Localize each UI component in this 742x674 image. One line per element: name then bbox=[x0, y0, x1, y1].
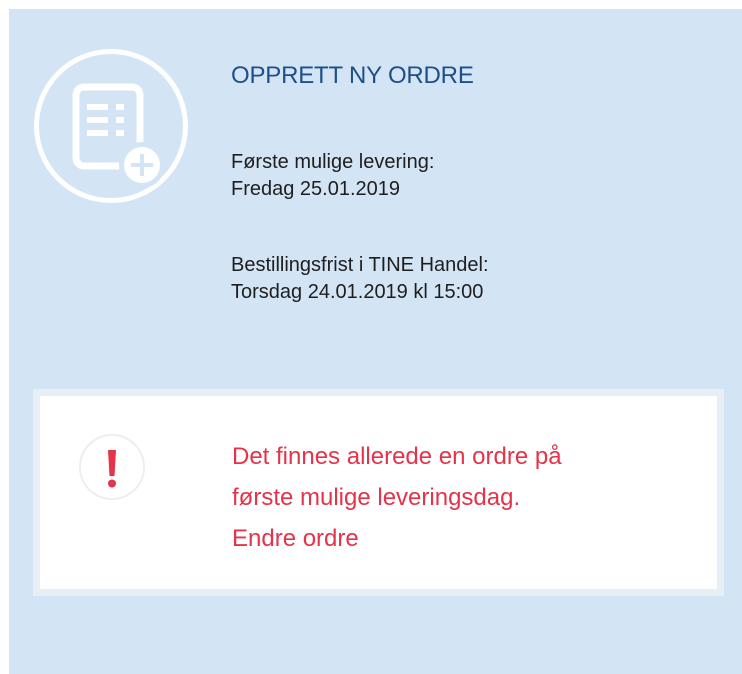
alert-message-line-2: første mulige leveringsdag. bbox=[232, 484, 521, 511]
new-order-card: OPPRETT NY ORDRE Første mulige levering:… bbox=[9, 9, 742, 674]
new-order-document-plus-icon[interactable] bbox=[32, 47, 190, 205]
new-order-title[interactable]: OPPRETT NY ORDRE bbox=[231, 62, 474, 90]
order-deadline-date: Torsdag 24.01.2019 kl 15:00 bbox=[231, 281, 484, 303]
order-deadline-info: Bestillingsfrist i TINE Handel: Torsdag … bbox=[231, 252, 489, 306]
first-delivery-info: Første mulige levering: Fredag 25.01.201… bbox=[231, 149, 434, 203]
first-delivery-label: Første mulige levering: bbox=[231, 151, 435, 173]
existing-order-alert: Det finnes allerede en ordre på første m… bbox=[33, 389, 724, 596]
order-deadline-label: Bestillingsfrist i TINE Handel: bbox=[231, 254, 489, 276]
edit-order-link[interactable]: Endre ordre bbox=[232, 518, 359, 559]
alert-message: Det finnes allerede en ordre på første m… bbox=[232, 436, 562, 559]
first-delivery-date: Fredag 25.01.2019 bbox=[231, 178, 401, 200]
exclamation-icon bbox=[78, 433, 146, 501]
alert-message-line-1: Det finnes allerede en ordre på bbox=[232, 443, 562, 470]
